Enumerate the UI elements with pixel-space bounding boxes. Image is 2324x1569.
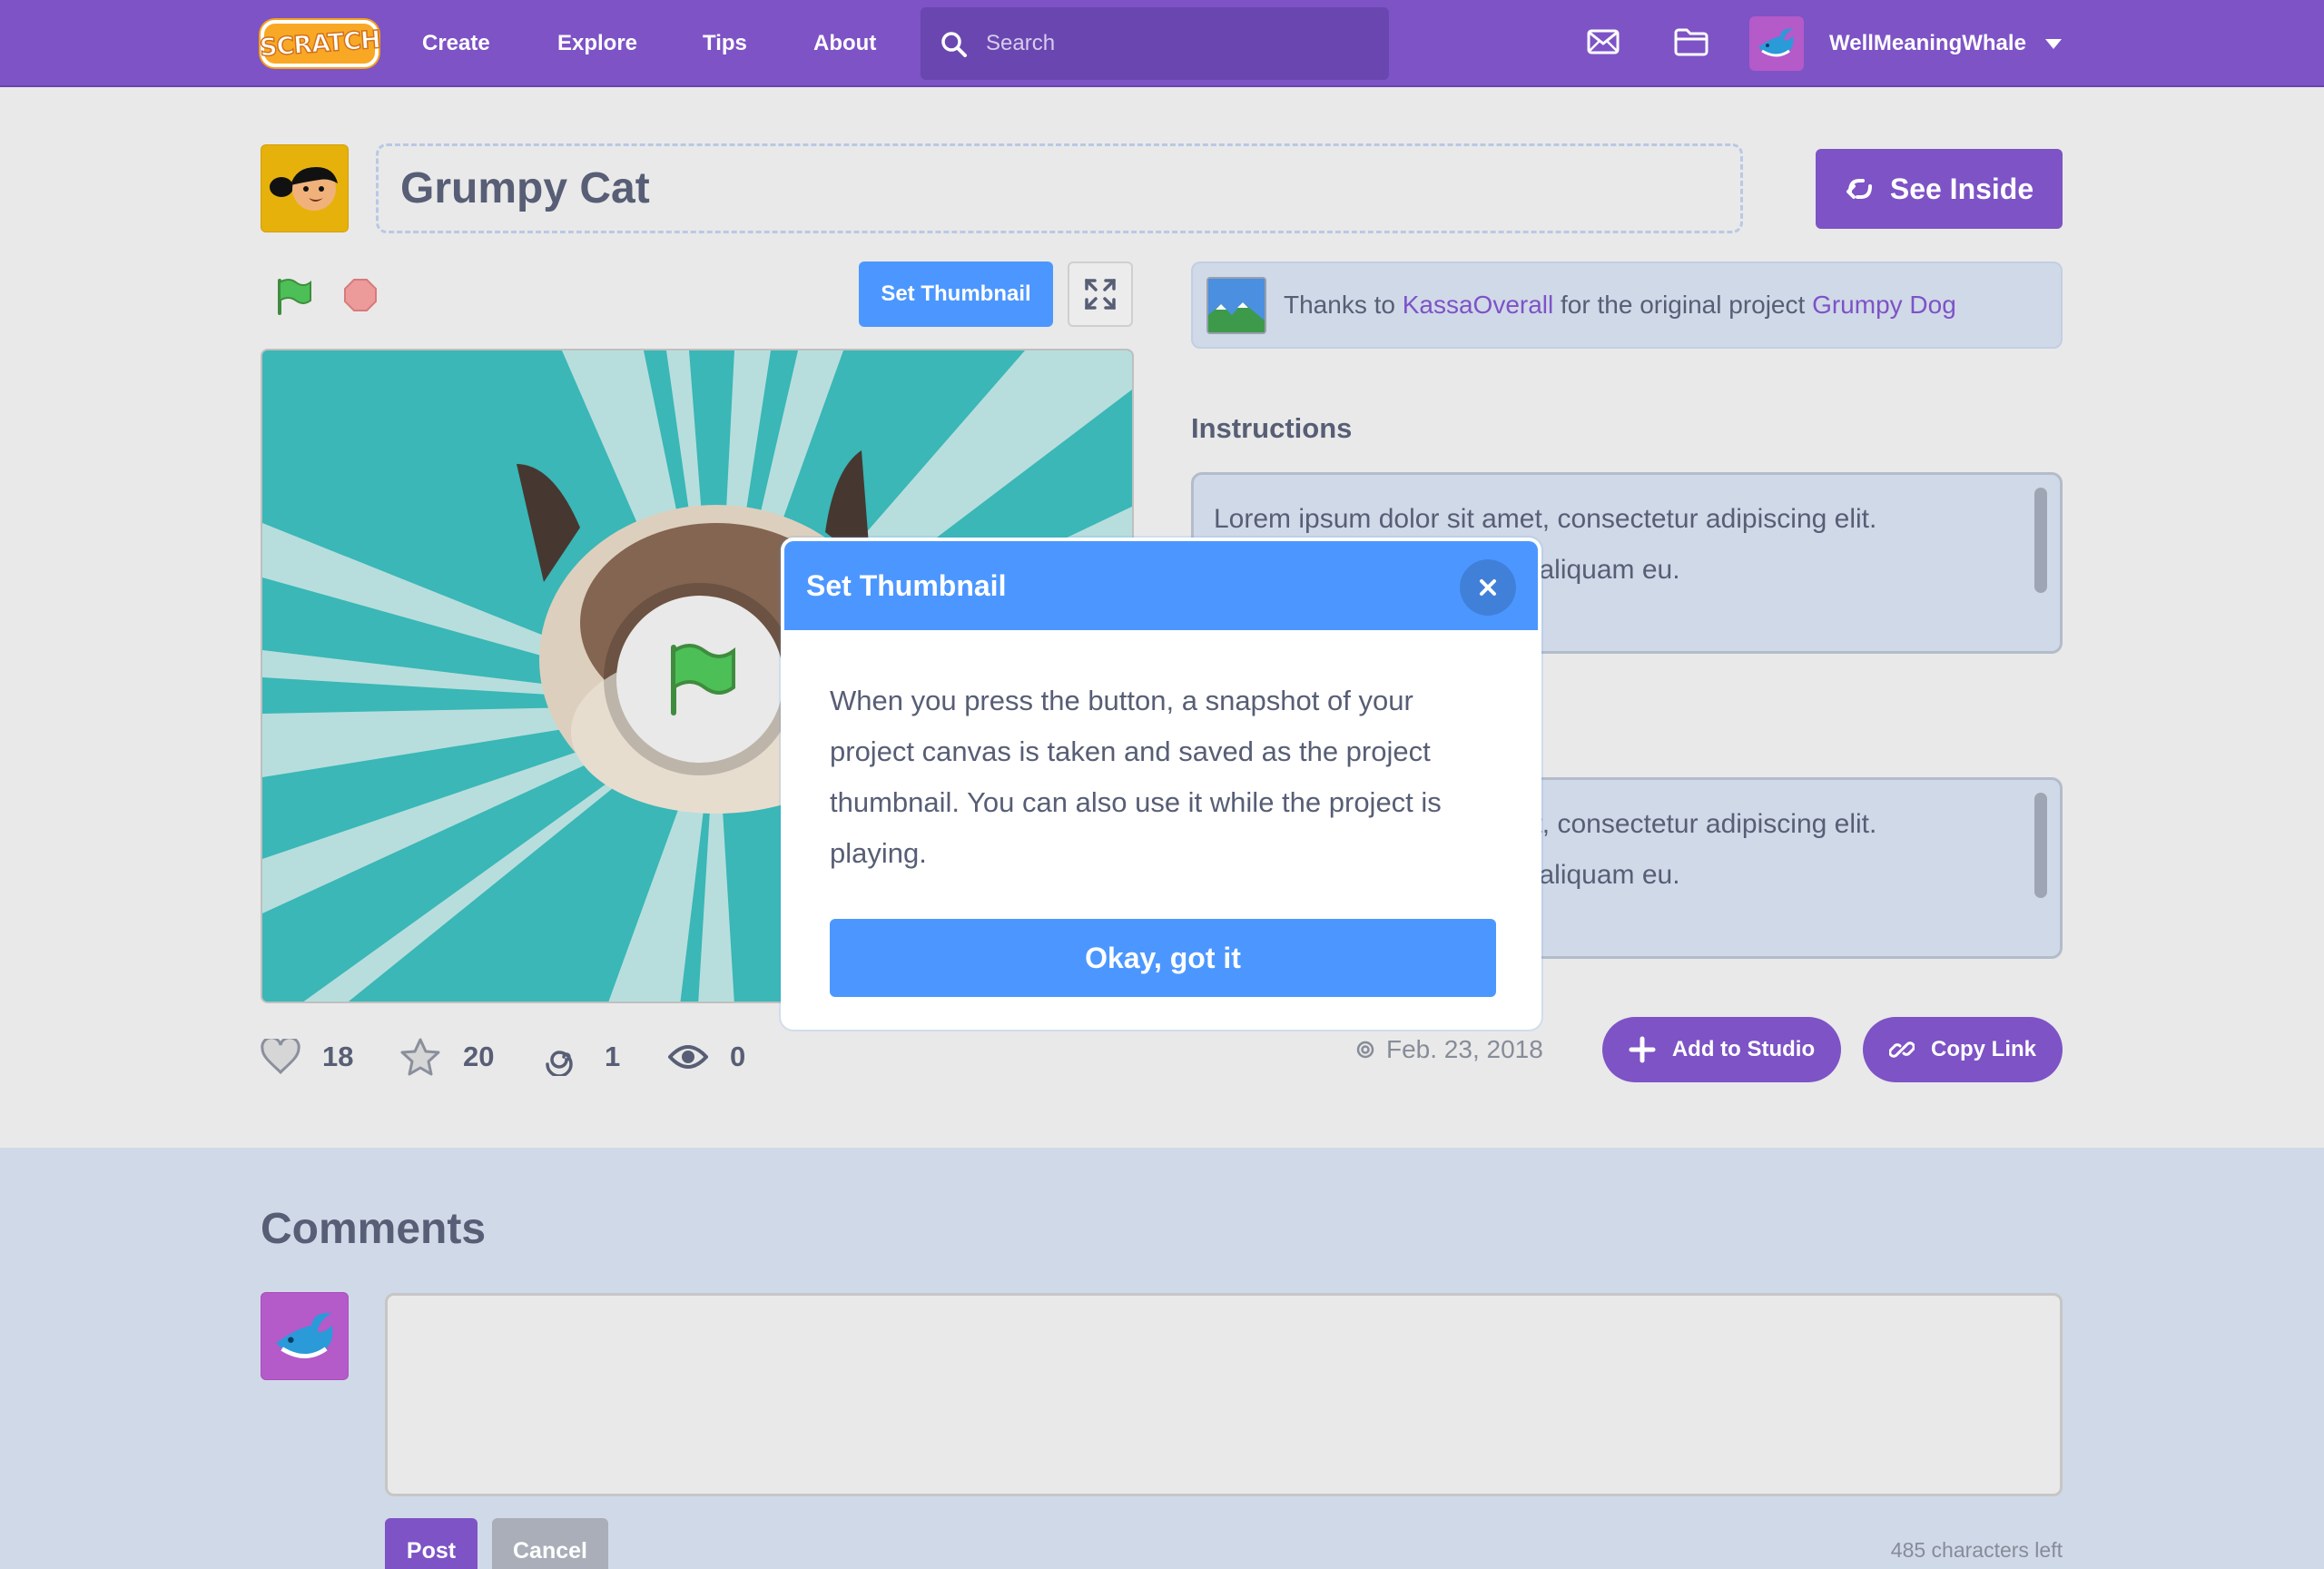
cancel-button[interactable]: Cancel <box>492 1518 608 1569</box>
notes-scrollbar[interactable] <box>2034 793 2047 898</box>
instructions-heading: Instructions <box>1191 412 1353 444</box>
eye-icon <box>668 1045 708 1069</box>
remix-credit: Thanks to KassaOverall for the original … <box>1191 262 2063 349</box>
favorite-stat[interactable]: 20 <box>399 1031 494 1082</box>
project-author-avatar[interactable] <box>261 144 349 232</box>
set-thumbnail-button[interactable]: Set Thumbnail <box>859 262 1053 327</box>
project-title[interactable]: Grumpy Cat <box>400 146 650 231</box>
nav-avatar[interactable] <box>1749 16 1804 71</box>
project-title-field[interactable]: Grumpy Cat <box>376 143 1743 233</box>
comments-heading: Comments <box>261 1205 487 1253</box>
fullscreen-icon <box>1085 279 1116 310</box>
add-to-studio-button[interactable]: Add to Studio <box>1602 1017 1841 1082</box>
nav-link-about[interactable]: About <box>813 0 876 87</box>
remix-spiral-icon <box>546 1051 573 1076</box>
fullscreen-button[interactable] <box>1068 262 1133 327</box>
start-overlay[interactable] <box>604 583 796 775</box>
share-date-icon <box>1356 1041 1374 1059</box>
modal-title: Set Thumbnail <box>806 569 1007 602</box>
modal-header: Set Thumbnail <box>784 541 1538 630</box>
view-count: 0 <box>730 1041 746 1072</box>
love-stat[interactable]: 18 <box>261 1031 353 1082</box>
remix-middle: for the original project <box>1561 291 1806 319</box>
search-input[interactable] <box>986 7 1376 80</box>
share-date: Feb. 23, 2018 <box>1355 1031 1543 1068</box>
remix-arrows-icon <box>1846 179 1872 199</box>
remix-count: 1 <box>605 1041 621 1072</box>
instructions-line-1: Lorem ipsum dolor sit amet, consectetur … <box>1214 504 1877 534</box>
green-flag-icon[interactable] <box>274 277 312 315</box>
see-inside-label: See Inside <box>1889 172 2034 205</box>
remix-credit-text: Thanks to KassaOverall for the original … <box>1284 263 1956 347</box>
share-date-text: Feb. 23, 2018 <box>1386 1035 1543 1063</box>
nav-username[interactable]: WellMeaningWhale <box>1829 0 2026 87</box>
modal-close-button[interactable] <box>1460 559 1516 616</box>
copy-link-label: Copy Link <box>1930 1037 2036 1061</box>
okay-got-it-button[interactable]: Okay, got it <box>830 919 1496 997</box>
close-icon <box>1480 579 1496 596</box>
link-icon <box>1888 1041 1915 1058</box>
author-face-icon <box>270 167 338 211</box>
see-inside-button[interactable]: See Inside <box>1816 149 2063 229</box>
instructions-scrollbar[interactable] <box>2034 488 2047 593</box>
my-stuff-icon[interactable] <box>1673 25 1709 58</box>
whale-avatar-icon <box>1758 28 1794 57</box>
remix-prefix: Thanks to <box>1284 291 1395 319</box>
top-nav: SCRATCH Create Explore Tips About WellMe… <box>0 0 2324 87</box>
copy-link-button[interactable]: Copy Link <box>1863 1017 2063 1082</box>
nav-link-create[interactable]: Create <box>422 0 490 87</box>
view-stat: 0 <box>668 1031 745 1082</box>
comment-input[interactable] <box>385 1293 2063 1496</box>
scratch-logo[interactable]: SCRATCH <box>258 20 381 67</box>
commenter-avatar <box>261 1292 349 1380</box>
star-icon <box>400 1038 440 1076</box>
set-thumbnail-modal: Set Thumbnail When you press the button,… <box>781 538 1541 1030</box>
heart-icon <box>261 1039 300 1075</box>
add-to-studio-label: Add to Studio <box>1671 1037 1816 1061</box>
green-flag-icon <box>671 644 735 715</box>
original-project-link[interactable]: Grumpy Dog <box>1812 291 1956 319</box>
landscape-thumb-icon <box>1208 279 1265 332</box>
original-author-link[interactable]: KassaOverall <box>1403 291 1554 319</box>
characters-left: 485 characters left <box>1890 1538 2063 1562</box>
favorite-count: 20 <box>463 1041 495 1072</box>
whale-avatar-icon <box>276 1313 333 1358</box>
remix-stat: 1 <box>545 1031 620 1082</box>
start-overlay-inner <box>616 596 783 763</box>
search-box <box>921 7 1389 80</box>
account-caret-icon[interactable] <box>2045 39 2062 49</box>
search-icon <box>941 32 967 57</box>
plus-icon <box>1629 1036 1656 1063</box>
original-project-thumbnail[interactable] <box>1206 277 1266 334</box>
nav-link-tips[interactable]: Tips <box>703 0 747 87</box>
modal-body-text: When you press the button, a snapshot of… <box>830 685 1442 869</box>
messages-icon[interactable] <box>1587 25 1620 58</box>
love-count: 18 <box>322 1041 354 1072</box>
post-button[interactable]: Post <box>385 1518 478 1569</box>
nav-link-explore[interactable]: Explore <box>557 0 637 87</box>
stop-sign-icon[interactable] <box>343 278 378 312</box>
